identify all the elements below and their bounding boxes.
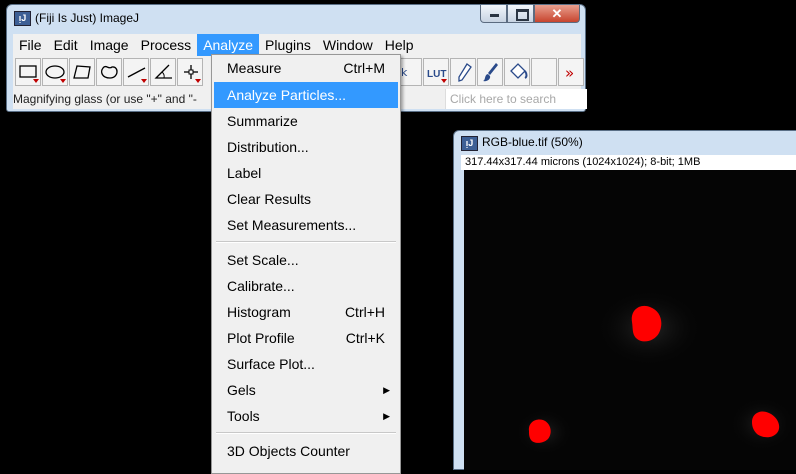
menu-item-shortcut: Ctrl+K bbox=[345, 330, 385, 346]
menu-item-label: Calibrate... bbox=[227, 278, 295, 294]
point-tool-button[interactable] bbox=[177, 58, 203, 86]
menu-item-histogram[interactable]: Histogram Ctrl+H bbox=[214, 299, 398, 325]
more-tools-icon: » bbox=[565, 64, 574, 82]
menu-file[interactable]: File bbox=[13, 34, 48, 56]
image-window-title: RGB-blue.tif (50%) bbox=[482, 135, 583, 149]
rectangle-tool-button[interactable] bbox=[15, 58, 41, 86]
menu-item-label: Label bbox=[227, 165, 262, 181]
menu-item-shortcut: Ctrl+M bbox=[343, 60, 385, 76]
menu-item-3d-objects-counter[interactable]: 3D Objects Counter bbox=[214, 438, 398, 464]
submenu-arrow-icon: ▶ bbox=[383, 385, 390, 395]
menu-item-label: Clear Results bbox=[227, 191, 312, 207]
brush-icon bbox=[483, 63, 498, 82]
minimize-icon bbox=[490, 14, 499, 17]
menu-item-shortcut: Ctrl+H bbox=[344, 304, 385, 320]
flood-fill-tool-button[interactable] bbox=[504, 58, 530, 86]
maximize-button[interactable] bbox=[507, 5, 534, 23]
menu-item-label: Set Measurements... bbox=[227, 217, 357, 233]
menu-plugins[interactable]: Plugins bbox=[259, 34, 317, 56]
menu-item-surface-plot[interactable]: Surface Plot... bbox=[214, 351, 398, 377]
menu-item-label: Measure bbox=[227, 60, 282, 76]
freehand-tool-button[interactable] bbox=[96, 58, 122, 86]
tool-menu-arrow-icon bbox=[195, 79, 201, 83]
empty-tool-slot[interactable] bbox=[531, 58, 557, 86]
menu-item-set-measurements[interactable]: Set Measurements... bbox=[214, 212, 398, 238]
menu-process[interactable]: Process bbox=[135, 34, 198, 56]
minimize-button[interactable] bbox=[480, 5, 507, 23]
menu-item-label: Plot Profile bbox=[227, 330, 295, 346]
close-icon: ✕ bbox=[551, 6, 563, 21]
brush-tool-button[interactable] bbox=[477, 58, 503, 86]
tool-menu-arrow-icon bbox=[441, 79, 447, 83]
imagej-app-icon: ᴉJ bbox=[14, 11, 31, 26]
fluorescence-image bbox=[514, 288, 796, 456]
pencil-icon bbox=[458, 63, 472, 82]
menu-item-measure[interactable]: Measure Ctrl+M bbox=[214, 55, 398, 81]
image-info-bar: 317.44x317.44 microns (1024x1024); 8-bit… bbox=[461, 155, 796, 170]
pencil-tool-button[interactable] bbox=[450, 58, 476, 86]
menu-item-summarize[interactable]: Summarize bbox=[214, 108, 398, 134]
menu-window[interactable]: Window bbox=[317, 34, 379, 56]
analyze-menu-dropdown: Measure Ctrl+M Analyze Particles... Summa… bbox=[211, 54, 401, 474]
menu-item-gels[interactable]: Gels ▶ bbox=[214, 377, 398, 403]
angle-tool-icon bbox=[154, 64, 172, 79]
menu-item-label: Surface Plot... bbox=[227, 356, 315, 372]
search-box[interactable] bbox=[445, 89, 587, 109]
more-tools-button[interactable]: » bbox=[558, 58, 584, 86]
status-text: Magnifying glass (or use "+" and "- bbox=[13, 92, 197, 106]
menu-item-distribution[interactable]: Distribution... bbox=[214, 134, 398, 160]
svg-text:»: » bbox=[565, 64, 574, 82]
menu-separator bbox=[216, 432, 396, 434]
particle-2 bbox=[528, 419, 551, 443]
oval-tool-button[interactable] bbox=[42, 58, 68, 86]
menu-item-label: Set Scale... bbox=[227, 252, 299, 268]
menu-item-label: Tools bbox=[227, 408, 260, 424]
menu-item-tools[interactable]: Tools ▶ bbox=[214, 403, 398, 429]
search-input[interactable] bbox=[450, 90, 584, 107]
freehand-selection-icon bbox=[101, 65, 118, 79]
menu-item-label: Distribution... bbox=[227, 139, 309, 155]
tool-menu-arrow-icon bbox=[33, 79, 39, 83]
svg-text:k: k bbox=[401, 66, 408, 79]
menu-item-label: Gels bbox=[227, 382, 256, 398]
menu-item-analyze-particles[interactable]: Analyze Particles... bbox=[214, 82, 398, 108]
polygon-tool-button[interactable] bbox=[69, 58, 95, 86]
image-canvas[interactable] bbox=[464, 170, 796, 470]
main-window-title: (Fiji Is Just) ImageJ bbox=[35, 11, 140, 25]
close-button[interactable]: ✕ bbox=[534, 5, 580, 23]
menu-item-clear-results[interactable]: Clear Results bbox=[214, 186, 398, 212]
menu-item-label: Histogram bbox=[227, 304, 291, 320]
menu-help[interactable]: Help bbox=[379, 34, 420, 56]
line-tool-button[interactable] bbox=[123, 58, 149, 86]
image-window: ᴉJ RGB-blue.tif (50%) 317.44x317.44 micr… bbox=[453, 130, 796, 470]
menu-analyze[interactable]: Analyze bbox=[197, 34, 259, 56]
flood-fill-icon bbox=[510, 63, 528, 79]
maximize-icon bbox=[516, 9, 529, 21]
menu-item-label: Summarize bbox=[227, 113, 298, 129]
menu-item-plot-profile[interactable]: Plot Profile Ctrl+K bbox=[214, 325, 398, 351]
window-controls: ✕ bbox=[480, 5, 580, 25]
menu-item-label: Analyze Particles... bbox=[227, 87, 347, 103]
polygon-selection-icon bbox=[73, 65, 91, 79]
imagej-app-icon: ᴉJ bbox=[461, 136, 478, 151]
submenu-arrow-icon: ▶ bbox=[383, 411, 390, 421]
menu-item-label: 3D Objects Counter bbox=[227, 443, 350, 459]
menu-separator bbox=[216, 241, 396, 243]
main-titlebar[interactable]: ᴉJ (Fiji Is Just) ImageJ ✕ bbox=[7, 5, 585, 31]
menu-edit[interactable]: Edit bbox=[48, 34, 84, 56]
angle-tool-button[interactable] bbox=[150, 58, 176, 86]
tool-menu-arrow-icon bbox=[60, 79, 66, 83]
menu-item-set-scale[interactable]: Set Scale... bbox=[214, 247, 398, 273]
menu-item-calibrate[interactable]: Calibrate... bbox=[214, 273, 398, 299]
menubar: File Edit Image Process Analyze Plugins … bbox=[13, 34, 581, 56]
tool-menu-arrow-icon bbox=[141, 79, 147, 83]
menu-image[interactable]: Image bbox=[84, 34, 135, 56]
menu-item-label-tool[interactable]: Label bbox=[214, 160, 398, 186]
lut-tool-button[interactable]: LUT bbox=[423, 58, 449, 86]
